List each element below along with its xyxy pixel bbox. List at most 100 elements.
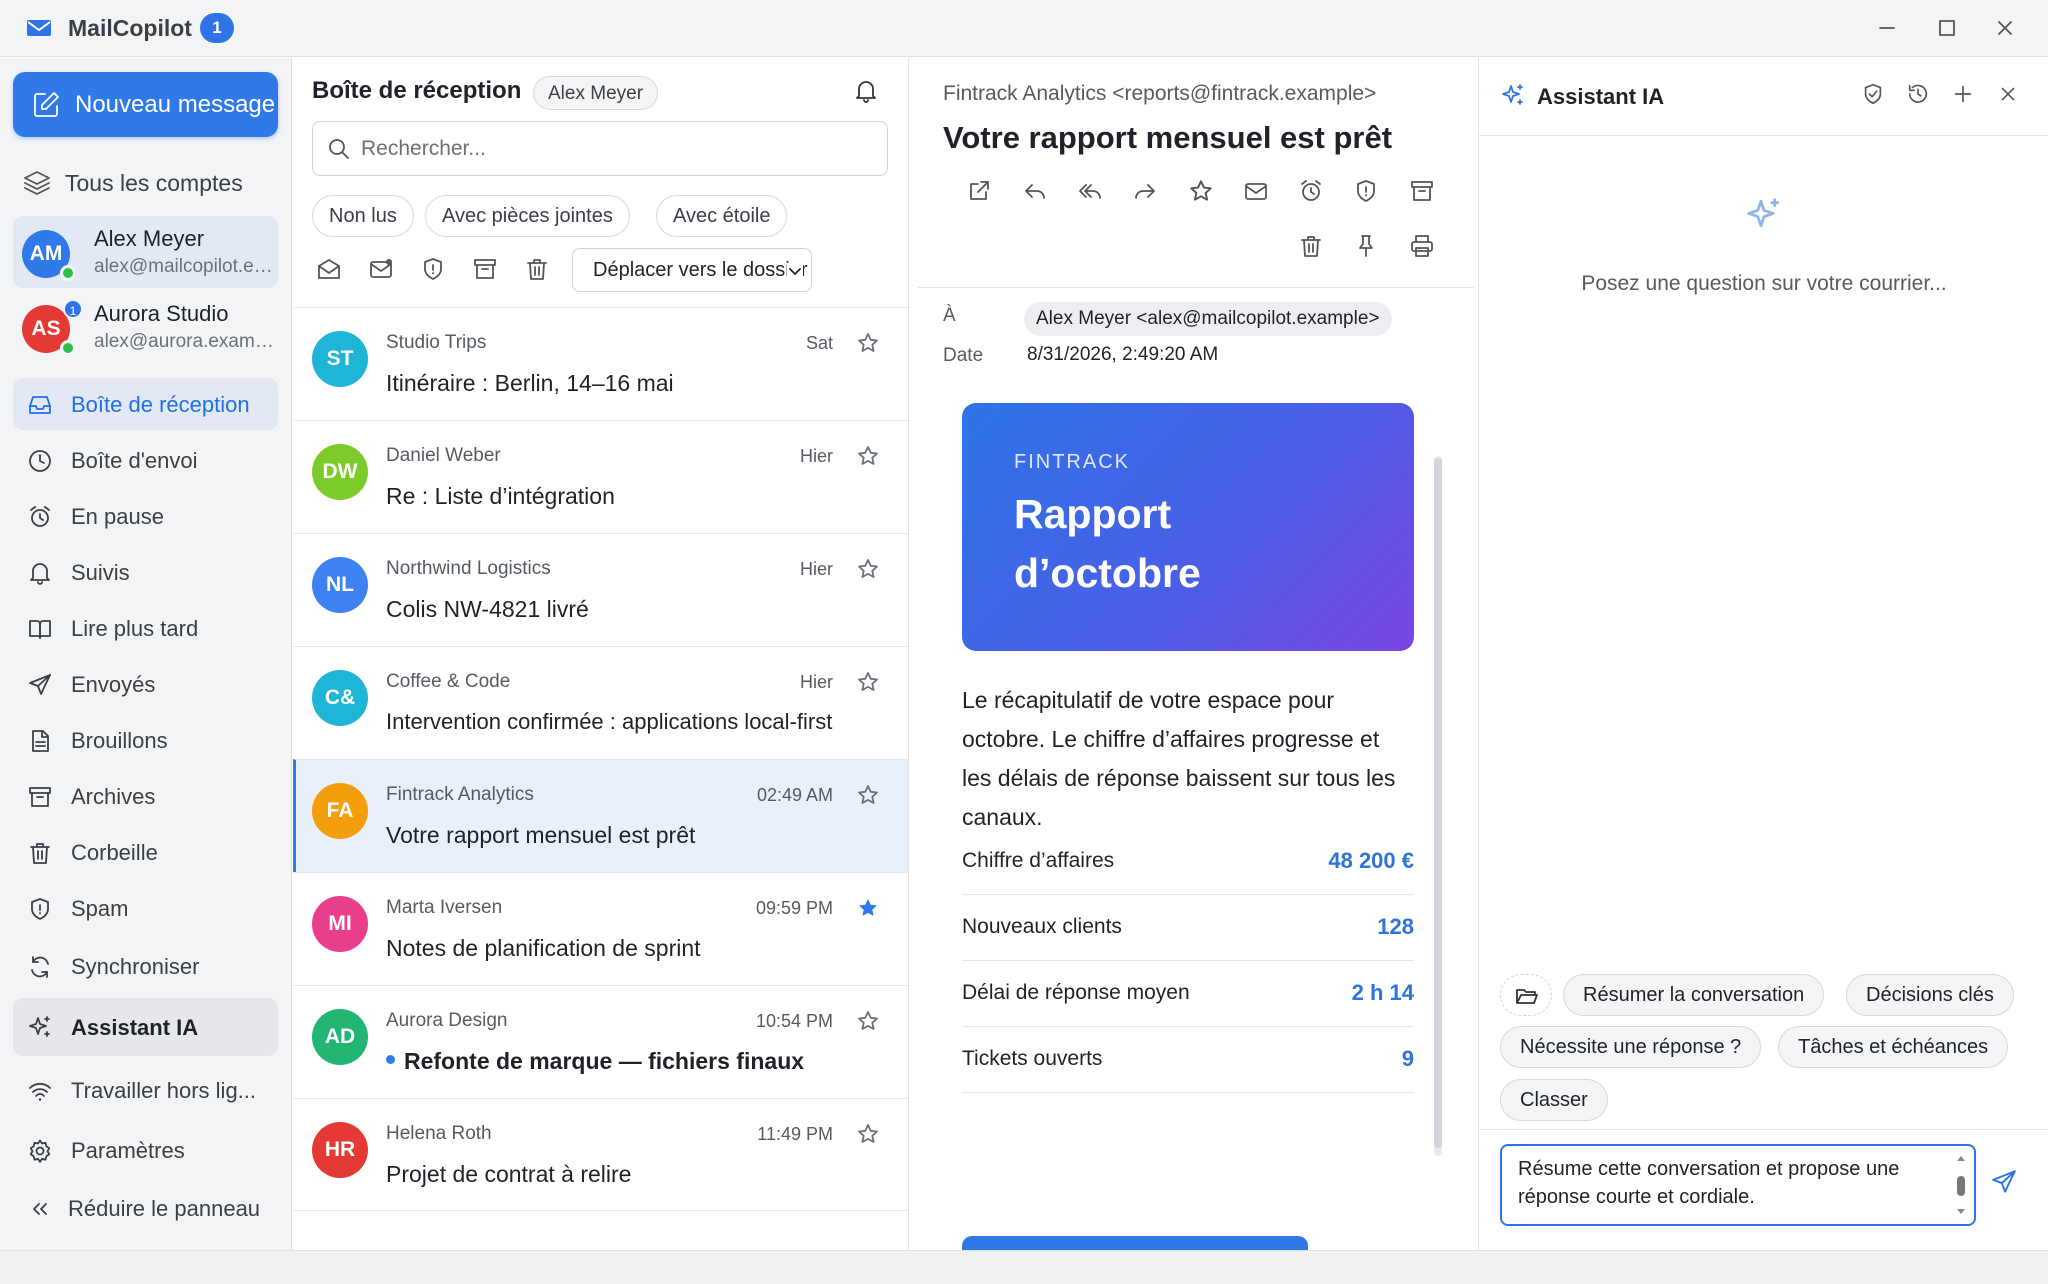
assistant-prompt-input[interactable]: Résume cette conversation et propose une… xyxy=(1500,1144,1976,1226)
nav-sent[interactable]: Envoyés xyxy=(13,658,278,710)
message-subject-text: Refonte de marque — fichiers finaux xyxy=(404,1048,805,1074)
privacy-shield-icon[interactable] xyxy=(1861,82,1885,106)
sender-avatar: FA xyxy=(312,783,368,839)
spam-icon[interactable] xyxy=(1353,178,1379,204)
status-bar xyxy=(0,1250,2048,1284)
star-icon[interactable] xyxy=(856,1009,880,1033)
maximize-icon[interactable] xyxy=(1934,15,1960,41)
compose-button[interactable]: Nouveau message xyxy=(13,72,278,137)
sparkles-icon xyxy=(1502,84,1523,105)
star-icon[interactable] xyxy=(856,670,880,694)
suggestion-needs-reply[interactable]: Nécessite une réponse ? xyxy=(1500,1026,1762,1068)
move-to-folder-label: Déplacer vers le dossier xyxy=(593,259,808,281)
filter-attachments[interactable]: Avec pièces jointes xyxy=(425,195,630,237)
account-aurora-studio[interactable]: AS 1 Aurora Studio alex@aurora.example xyxy=(13,291,278,363)
sender-name: Studio Trips xyxy=(386,332,487,353)
sender-name: Marta Iversen xyxy=(386,897,503,918)
message-subject: Itinéraire : Berlin, 14–16 mai xyxy=(386,370,674,396)
suggestion-summarize[interactable]: Résumer la conversation xyxy=(1563,974,1825,1016)
delete-icon[interactable] xyxy=(1298,233,1324,259)
message-row[interactable]: HR Helena Roth 11:49 PM Projet de contra… xyxy=(293,1098,908,1211)
message-row[interactable]: AD Aurora Design 10:54 PM Refonte de mar… xyxy=(293,985,908,1098)
nav-spam[interactable]: Spam xyxy=(13,882,278,934)
star-icon[interactable] xyxy=(856,1122,880,1146)
account-email: alex@aurora.example xyxy=(94,331,274,352)
star-icon[interactable] xyxy=(856,331,880,355)
new-chat-plus-icon[interactable] xyxy=(1951,82,1975,106)
nav-archives[interactable]: Archives xyxy=(13,770,278,822)
spam-icon[interactable] xyxy=(420,256,446,282)
send-prompt-icon[interactable] xyxy=(1990,1168,2018,1196)
star-icon[interactable] xyxy=(856,783,880,807)
message-row[interactable]: MI Marta Iversen 09:59 PM Notes de plani… xyxy=(293,872,908,985)
forward-icon[interactable] xyxy=(1132,178,1158,204)
search-input[interactable] xyxy=(361,132,861,166)
filter-starred[interactable]: Avec étoile xyxy=(656,195,788,237)
input-scrollbar[interactable] xyxy=(1956,1154,1966,1216)
attach-context-button[interactable] xyxy=(1500,974,1552,1016)
sync-icon xyxy=(31,956,49,978)
nav-followups[interactable]: Suivis xyxy=(13,546,278,598)
body-scrollbar[interactable] xyxy=(1434,456,1442,1156)
account-alex-meyer[interactable]: AM Alex Meyer alex@mailcopilot.example xyxy=(13,216,278,288)
assistant-title: Assistant IA xyxy=(1537,84,1665,109)
mark-read-icon[interactable] xyxy=(316,256,342,282)
online-status-dot xyxy=(60,265,76,281)
open-external-icon[interactable] xyxy=(966,178,992,204)
collapse-panel-button[interactable]: Réduire le panneau xyxy=(13,1182,278,1234)
close-window-icon[interactable] xyxy=(1992,15,2018,41)
nav-label: Spam xyxy=(71,896,129,921)
star-filled-icon[interactable] xyxy=(856,896,880,920)
suggestion-classify[interactable]: Classer xyxy=(1500,1079,1608,1121)
inbox-icon xyxy=(29,396,51,414)
nav-ai-assistant[interactable]: Assistant IA xyxy=(13,998,278,1056)
nav-read-later[interactable]: Lire plus tard xyxy=(13,602,278,654)
close-panel-icon[interactable] xyxy=(1996,82,2020,106)
history-icon[interactable] xyxy=(1906,82,1930,106)
nav-label: Boîte d'envoi xyxy=(71,448,198,473)
reply-icon[interactable] xyxy=(1022,178,1048,204)
account-filter-chip[interactable]: Alex Meyer xyxy=(533,76,659,110)
nav-trash[interactable]: Corbeille xyxy=(13,826,278,878)
mark-unread-icon[interactable] xyxy=(368,256,394,282)
suggestion-tasks-deadlines[interactable]: Tâches et échéances xyxy=(1778,1026,2009,1068)
pin-icon[interactable] xyxy=(1353,233,1379,259)
email-body: FINTRACK Rapport d’octobre Le récapitula… xyxy=(962,403,1414,1280)
kpi-label: Tickets ouverts xyxy=(962,1047,1103,1070)
snooze-icon[interactable] xyxy=(1298,178,1324,204)
nav-inbox[interactable]: Boîte de réception xyxy=(13,378,278,430)
message-row[interactable]: NL Northwind Logistics Hier Colis NW-482… xyxy=(293,533,908,646)
move-to-folder-select[interactable]: Déplacer vers le dossier xyxy=(572,248,812,292)
minimize-icon[interactable] xyxy=(1874,15,1900,41)
delete-icon[interactable] xyxy=(524,256,550,282)
nav-label: Archives xyxy=(71,784,156,809)
recipient-chip[interactable]: Alex Meyer <alex@mailcopilot.example> xyxy=(1024,302,1392,336)
archive-icon[interactable] xyxy=(472,256,498,282)
message-row-selected[interactable]: FA Fintrack Analytics 02:49 AM Votre rap… xyxy=(293,759,908,872)
mark-unread-icon[interactable] xyxy=(1243,178,1269,204)
message-row[interactable]: C& Coffee & Code Hier Intervention confi… xyxy=(293,646,908,759)
nav-settings[interactable]: Paramètres xyxy=(13,1124,278,1176)
message-row[interactable]: ST Studio Trips Sat Itinéraire : Berlin,… xyxy=(293,307,908,420)
sender-avatar: ST xyxy=(312,331,368,387)
suggestion-key-decisions[interactable]: Décisions clés xyxy=(1846,974,2014,1016)
sender-avatar: C& xyxy=(312,670,368,726)
message-row[interactable]: DW Daniel Weber Hier Re : Liste d’intégr… xyxy=(293,420,908,533)
star-icon[interactable] xyxy=(1188,178,1214,204)
notifications-bell-icon[interactable] xyxy=(853,78,879,104)
reply-all-icon[interactable] xyxy=(1077,178,1103,204)
nav-work-offline[interactable]: Travailler hors lig... xyxy=(13,1064,278,1116)
print-icon[interactable] xyxy=(1409,233,1435,259)
nav-drafts[interactable]: Brouillons xyxy=(13,714,278,766)
sender-avatar: MI xyxy=(312,896,368,952)
archive-icon[interactable] xyxy=(1409,178,1435,204)
scrollbar-thumb[interactable] xyxy=(1434,458,1442,1148)
message-time: Hier xyxy=(799,559,833,579)
nav-sync[interactable]: Synchroniser xyxy=(13,940,278,992)
nav-snoozed[interactable]: En pause xyxy=(13,490,278,542)
nav-outbox[interactable]: Boîte d'envoi xyxy=(13,434,278,486)
star-icon[interactable] xyxy=(856,444,880,468)
filter-unread[interactable]: Non lus xyxy=(312,195,414,237)
to-label: À xyxy=(943,305,956,326)
star-icon[interactable] xyxy=(856,557,880,581)
